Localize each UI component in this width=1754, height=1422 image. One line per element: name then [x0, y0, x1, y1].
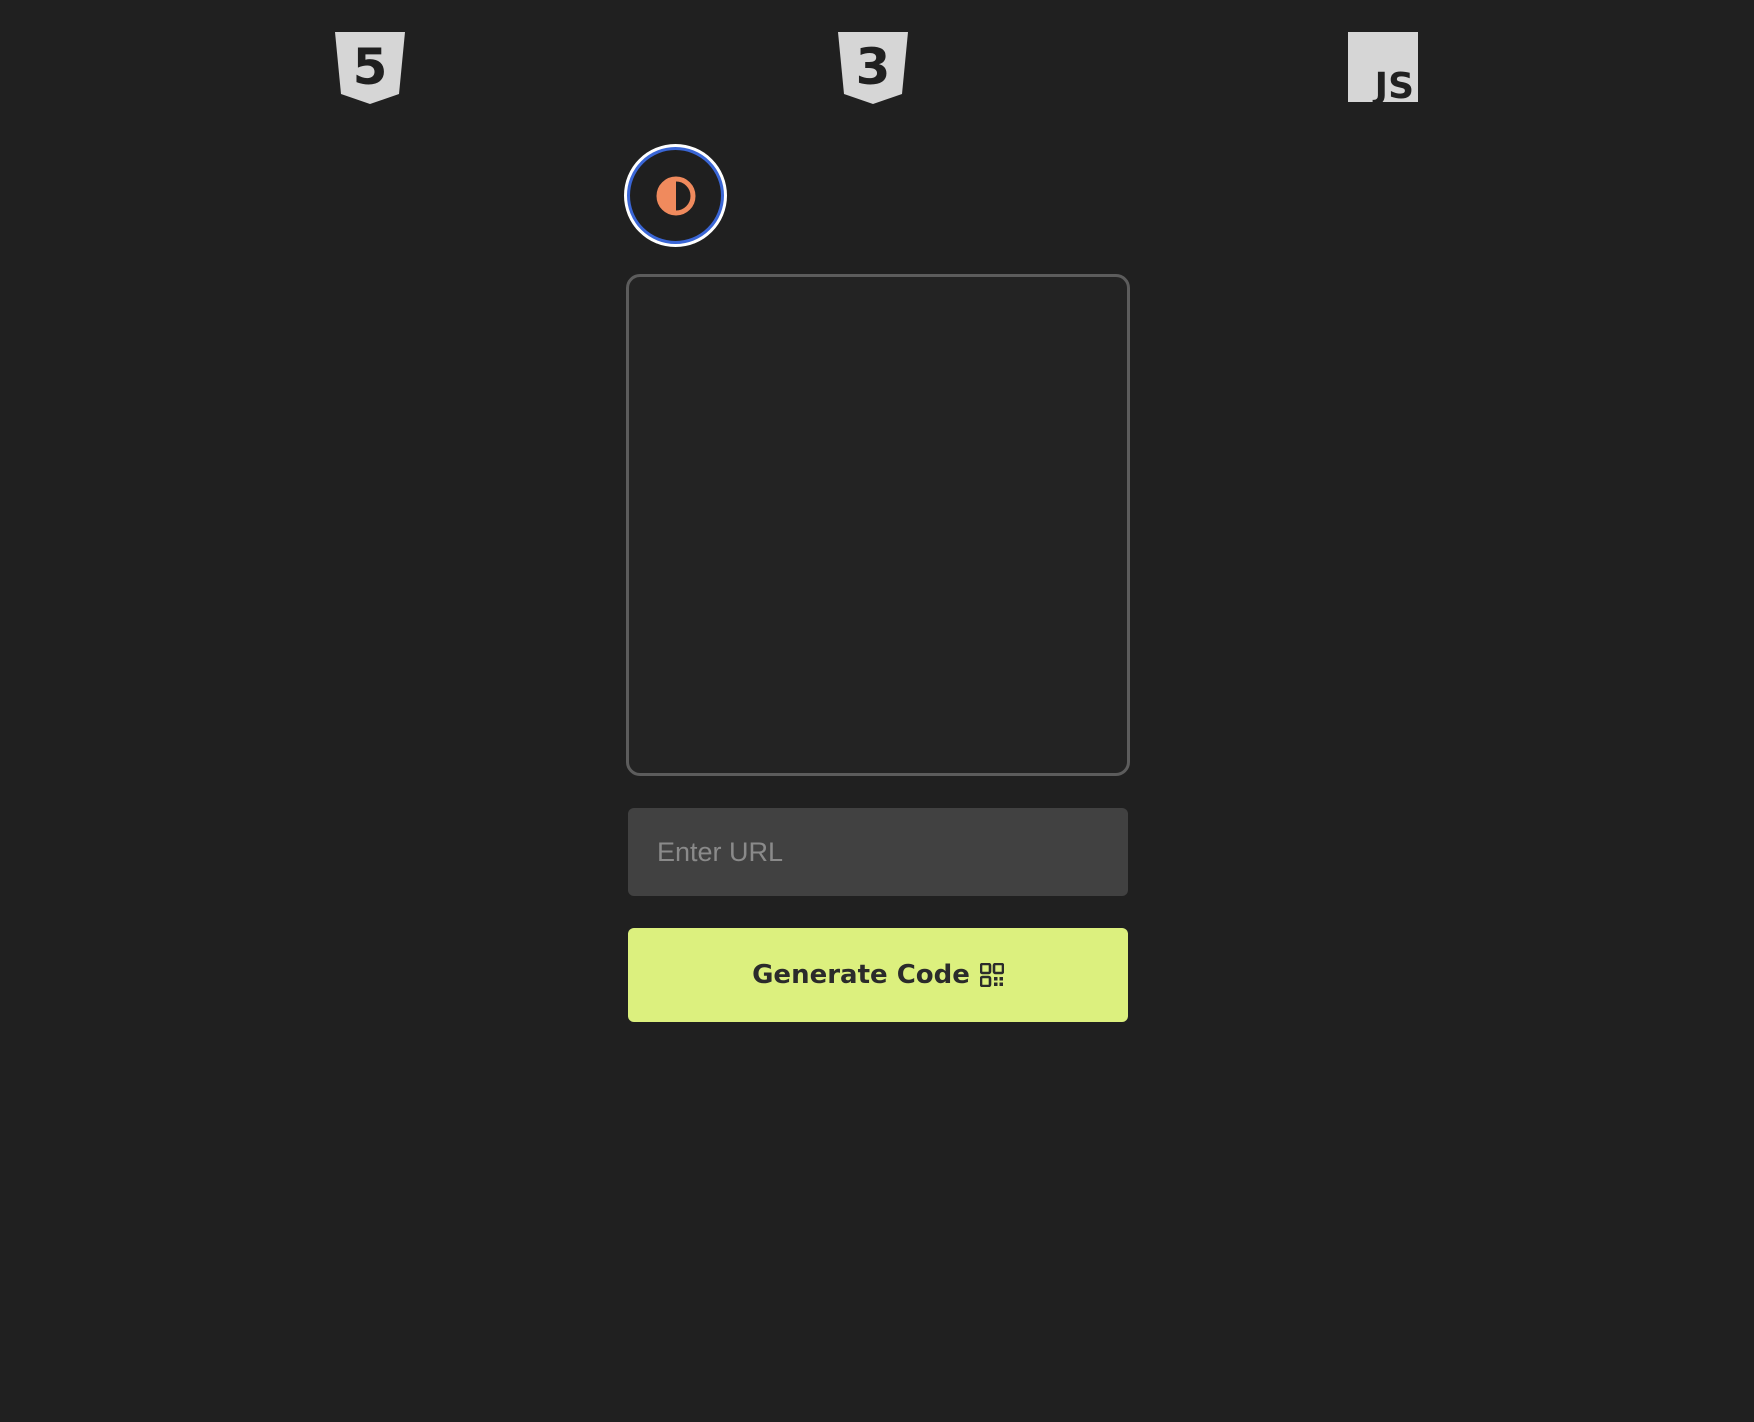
css3-label: 3	[856, 38, 891, 96]
css3-icon: 3	[838, 32, 908, 104]
generate-code-label: Generate Code	[752, 960, 970, 990]
html5-label: 5	[353, 38, 388, 96]
javascript-label: JS	[1372, 66, 1414, 102]
qr-code-icon	[979, 963, 1004, 987]
html5-icon: 5	[335, 32, 405, 104]
page: 5 3 JS Generate Code	[0, 0, 1754, 1422]
contrast-icon	[656, 176, 695, 215]
generate-code-button[interactable]: Generate Code	[628, 928, 1128, 1022]
url-input[interactable]	[628, 808, 1128, 896]
theme-toggle-button[interactable]	[624, 144, 727, 247]
javascript-icon: JS	[1348, 32, 1418, 102]
theme-toggle-ring	[627, 147, 724, 244]
qr-code-preview	[626, 274, 1130, 776]
